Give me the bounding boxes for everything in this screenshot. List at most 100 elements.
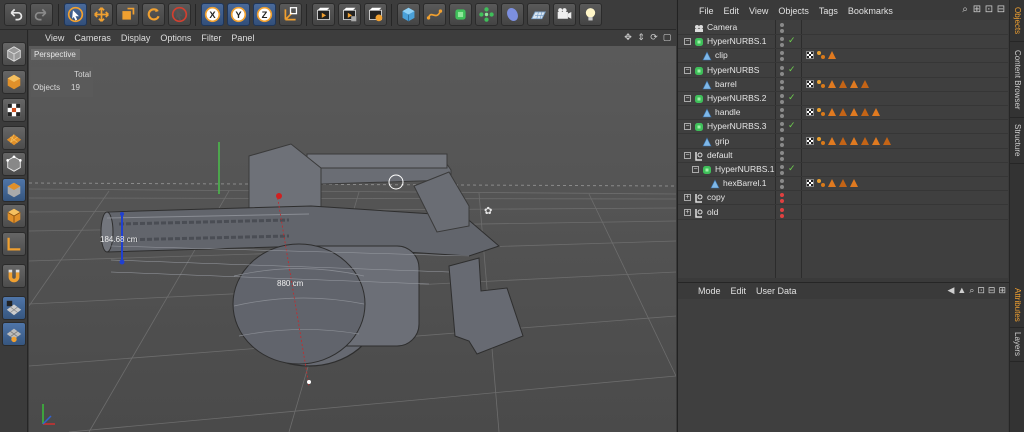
object-name[interactable]: copy — [707, 192, 725, 202]
selection-tag-icon[interactable] — [839, 79, 847, 88]
points-mode-button[interactable] — [2, 152, 26, 176]
am-menu-mode[interactable]: Mode — [698, 286, 721, 296]
deformer-button[interactable] — [501, 3, 524, 26]
editor-visibility-dot[interactable] — [780, 150, 784, 155]
selection-tag-icon[interactable] — [850, 108, 858, 117]
live-selection-button[interactable] — [64, 3, 87, 26]
texture-tag-icon[interactable] — [806, 79, 814, 88]
phong-tag-icon[interactable] — [817, 79, 825, 88]
om-menu-bookmarks[interactable]: Bookmarks — [848, 6, 893, 16]
object-name[interactable]: hexBarrel.1 — [723, 178, 766, 188]
selection-tag-icon[interactable] — [872, 136, 880, 145]
editor-visibility-dot[interactable] — [780, 207, 784, 212]
viewport-canvas[interactable]: ✿ Perspective Total Objects 19 184.68 cm… — [29, 46, 676, 432]
viewport-menu-filter[interactable]: Filter — [201, 33, 221, 43]
object-row[interactable]: handle — [678, 106, 1008, 121]
object-name[interactable]: HyperNURBS.1 — [715, 164, 775, 174]
render-visibility-dot[interactable] — [780, 171, 784, 175]
maximize-view-icon[interactable]: ▢ — [662, 32, 672, 43]
render-visibility-dot[interactable] — [780, 71, 784, 76]
editor-visibility-dot[interactable] — [780, 79, 784, 84]
om-menu-view[interactable]: View — [749, 6, 768, 16]
render-visibility-dot[interactable] — [780, 100, 784, 104]
undo-button[interactable] — [4, 3, 27, 26]
texture-tag-icon[interactable] — [806, 51, 814, 60]
tab-objects[interactable]: Objects — [1010, 0, 1024, 42]
editor-visibility-dot[interactable] — [780, 65, 784, 70]
selection-tag-icon[interactable] — [883, 136, 891, 145]
array-button[interactable] — [475, 3, 498, 26]
object-name[interactable]: HyperNURBS.3 — [707, 121, 767, 131]
object-name[interactable]: HyperNURBS.2 — [707, 93, 767, 103]
object-name[interactable]: HyperNURBS — [707, 65, 759, 75]
workplane-mode-button[interactable] — [2, 126, 26, 150]
selection-tag-icon[interactable] — [861, 108, 869, 117]
rotate-button[interactable] — [142, 3, 165, 26]
up-arrow-icon[interactable]: ▲ — [957, 285, 966, 296]
render-visibility-dot[interactable] — [780, 29, 784, 33]
expand-toggle[interactable]: + — [684, 194, 691, 202]
expand-toggle[interactable]: − — [684, 38, 691, 46]
object-name[interactable]: handle — [715, 107, 741, 117]
expand-toggle[interactable]: − — [684, 95, 691, 102]
polygons-mode-button[interactable] — [2, 204, 26, 228]
enabled-check-icon[interactable]: ✓ — [788, 163, 796, 174]
object-name[interactable]: old — [707, 207, 718, 217]
tab-structure[interactable]: Structure — [1010, 118, 1024, 164]
editor-visibility-dot[interactable] — [780, 94, 784, 98]
nurbs-button[interactable] — [449, 3, 472, 26]
z-axis-lock-button[interactable]: Z — [253, 3, 276, 26]
lock-workplane-button[interactable] — [2, 296, 26, 320]
floor-button[interactable] — [527, 3, 550, 26]
move-button[interactable] — [90, 3, 113, 26]
hierarchy-icon[interactable]: ⊞ — [972, 4, 982, 15]
phong-tag-icon[interactable] — [817, 136, 825, 145]
tab-layers[interactable]: Layers — [1010, 328, 1024, 362]
render-view-button[interactable] — [312, 3, 335, 26]
render-visibility-dot[interactable] — [780, 185, 784, 190]
coordinate-system-button[interactable] — [279, 3, 302, 26]
render-picture-viewer-button[interactable] — [338, 3, 361, 26]
object-name[interactable]: grip — [715, 136, 729, 146]
object-row[interactable]: clip — [678, 49, 1008, 64]
editor-visibility-dot[interactable] — [780, 108, 784, 113]
object-row[interactable]: barrel — [678, 78, 1008, 92]
om-menu-edit[interactable]: Edit — [724, 6, 740, 16]
orbit-icon[interactable]: ⟳ — [649, 32, 659, 43]
lock-icon[interactable]: ⊡ — [977, 285, 985, 296]
selection-tag-icon[interactable] — [850, 136, 858, 145]
editor-visibility-dot[interactable] — [780, 122, 784, 127]
expand-toggle[interactable]: − — [684, 66, 691, 74]
viewport-menu-panel[interactable]: Panel — [231, 33, 254, 43]
y-axis-lock-button[interactable]: Y — [227, 3, 250, 26]
object-row[interactable]: − HyperNURBS.1 ✓ — [678, 35, 1008, 50]
render-visibility-dot[interactable] — [780, 142, 784, 147]
add-panel-icon[interactable]: ⊞ — [998, 285, 1006, 296]
render-visibility-dot[interactable] — [780, 114, 784, 119]
lock-icon[interactable]: ⊡ — [984, 4, 994, 15]
render-visibility-dot[interactable] — [780, 213, 784, 218]
selection-tag-icon[interactable] — [828, 179, 836, 188]
object-row[interactable]: − HyperNURBS ✓ — [678, 64, 1008, 78]
editor-visibility-dot[interactable] — [780, 51, 784, 56]
camera-label[interactable]: Perspective — [31, 49, 80, 60]
render-visibility-dot[interactable] — [780, 43, 784, 48]
render-visibility-dot[interactable] — [780, 156, 784, 161]
selection-tag-icon[interactable] — [861, 79, 869, 88]
search-icon[interactable]: ⌕ — [969, 285, 974, 296]
selection-tag-icon[interactable] — [839, 136, 847, 145]
phong-tag-icon[interactable] — [817, 51, 825, 60]
object-row[interactable]: − default — [678, 149, 1008, 163]
selection-tag-icon[interactable] — [872, 108, 880, 117]
tab-content-browser[interactable]: Content Browser — [1010, 42, 1024, 118]
workplane-grid-button[interactable] — [2, 322, 26, 346]
edges-mode-button[interactable] — [2, 178, 26, 202]
om-menu-objects[interactable]: Objects — [778, 6, 809, 16]
object-row[interactable]: hexBarrel.1 — [678, 177, 1008, 192]
redo-button[interactable] — [30, 3, 53, 26]
viewport-menu-cameras[interactable]: Cameras — [74, 33, 111, 43]
tab-attributes[interactable]: Attributes — [1010, 282, 1024, 328]
am-menu-edit[interactable]: Edit — [731, 286, 747, 296]
zoom-icon[interactable]: ⇕ — [636, 32, 646, 43]
editor-visibility-dot[interactable] — [780, 165, 784, 169]
